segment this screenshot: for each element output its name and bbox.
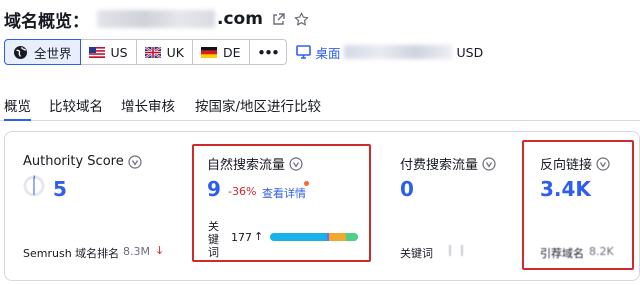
highlight-box-organic (192, 144, 371, 262)
device-label: 桌面 (315, 45, 341, 61)
database-selector: 全世界 US UK DE ••• 桌面 USD (4, 39, 483, 65)
authority-score-title: Authority Score (23, 154, 124, 169)
tab-overview[interactable]: 概览 (4, 95, 31, 121)
db-tab-label: UK (166, 44, 184, 60)
tab-compare-domains[interactable]: 比较域名 (49, 95, 103, 115)
more-label: ••• (257, 44, 280, 60)
authority-score-card: Authority Score 5 Semrush 域名排名 8.3M ↓ (5, 132, 185, 282)
redacted-settings (344, 45, 453, 59)
card-title: Authority Score (23, 154, 142, 169)
flag-us-icon (88, 46, 105, 58)
currency-label: USD (456, 44, 484, 60)
semrush-rank-value: 8.3M (123, 245, 150, 258)
db-tab-us[interactable]: US (80, 39, 137, 65)
db-tab-label: 全世界 (34, 45, 72, 61)
flag-de-icon (200, 46, 217, 58)
report-tabs: 概览 比较域名 增长审核 按国家/地区进行比较 (0, 86, 640, 121)
domain-name-redacted (97, 10, 215, 28)
page-header: 域名概览： .com (4, 6, 309, 32)
authority-score-value: 5 (53, 177, 67, 201)
authority-gauge (23, 175, 45, 197)
page-title: 域名概览： (4, 11, 89, 32)
globe-icon (14, 45, 27, 59)
domain-suffix: .com (217, 9, 263, 29)
paid-traffic-card: 付费搜索流量 0 关键词 (385, 132, 520, 282)
db-tab-label: US (110, 44, 128, 60)
device-selector[interactable]: 桌面 USD (296, 43, 483, 62)
external-link-icon[interactable] (272, 12, 285, 26)
tab-compare-by-country[interactable]: 按国家/地区进行比较 (195, 95, 321, 115)
paid-traffic-title[interactable]: 付费搜索流量 (400, 154, 478, 173)
redacted-value (449, 245, 451, 256)
redacted-value (461, 245, 463, 256)
db-tab-label: DE (222, 44, 241, 60)
flag-uk-icon (144, 46, 161, 58)
info-icon[interactable] (128, 154, 142, 169)
highlight-box-backlinks (522, 140, 634, 270)
semrush-rank-label: Semrush 域名排名 (23, 247, 120, 260)
tab-growth-review[interactable]: 增长审核 (121, 95, 175, 115)
star-icon[interactable] (294, 12, 309, 27)
desktop-icon (296, 45, 312, 59)
card-title: 付费搜索流量 (400, 154, 496, 173)
db-tab-worldwide[interactable]: 全世界 (4, 39, 81, 65)
db-tab-de[interactable]: DE (192, 39, 250, 65)
rank-down-arrow-icon: ↓ (155, 244, 165, 257)
paid-keywords-label: 关键词 (400, 247, 433, 260)
more-databases-button[interactable]: ••• (249, 39, 288, 65)
db-tab-uk[interactable]: UK (136, 39, 193, 65)
paid-traffic-value[interactable]: 0 (400, 177, 414, 201)
info-icon[interactable] (482, 156, 496, 171)
